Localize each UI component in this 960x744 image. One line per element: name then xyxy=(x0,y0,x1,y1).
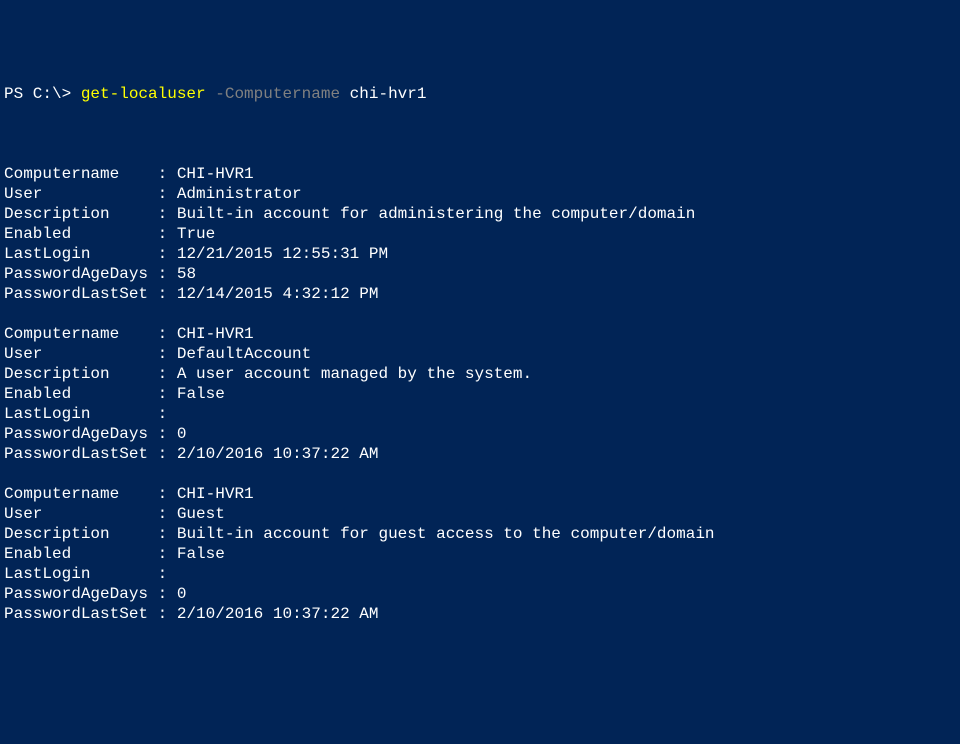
output-key: Computername xyxy=(4,324,119,344)
output-row-description: Description : A user account managed by … xyxy=(4,364,960,384)
output-separator: : xyxy=(71,225,177,243)
output-value: Administrator xyxy=(177,185,302,203)
output-value: False xyxy=(177,385,225,403)
output-value: 0 xyxy=(177,425,187,443)
prompt-param-flag: -Computername xyxy=(206,85,340,103)
output-row-user: User : Administrator xyxy=(4,184,960,204)
output-row-passwordagedays: PasswordAgeDays : 0 xyxy=(4,584,960,604)
output-value: A user account managed by the system. xyxy=(177,365,532,383)
output-separator: : xyxy=(90,245,176,263)
output-row-computername: Computername : CHI-HVR1 xyxy=(4,164,960,184)
output-row-lastlogin: LastLogin : xyxy=(4,564,960,584)
output-key: User xyxy=(4,184,42,204)
output-separator: : xyxy=(148,605,177,623)
output-row-user: User : DefaultAccount xyxy=(4,344,960,364)
output-row-passwordlastset: PasswordLastSet : 12/14/2015 4:32:12 PM xyxy=(4,284,960,304)
output-separator: : xyxy=(110,205,177,223)
output-record: Computername : CHI-HVR1User : DefaultAcc… xyxy=(4,324,960,464)
output-value: 12/21/2015 12:55:31 PM xyxy=(177,245,388,263)
output-row-passwordlastset: PasswordLastSet : 2/10/2016 10:37:22 AM xyxy=(4,444,960,464)
output-separator: : xyxy=(110,365,177,383)
output-separator: : xyxy=(148,445,177,463)
output-record: Computername : CHI-HVR1User : Administra… xyxy=(4,164,960,304)
output-row-computername: Computername : CHI-HVR1 xyxy=(4,484,960,504)
output-value: 2/10/2016 10:37:22 AM xyxy=(177,605,379,623)
output-separator: : xyxy=(42,505,176,523)
output-key: LastLogin xyxy=(4,244,90,264)
output-value: CHI-HVR1 xyxy=(177,325,254,343)
output-value: 58 xyxy=(177,265,196,283)
output-separator: : xyxy=(119,325,177,343)
output-key: Description xyxy=(4,204,110,224)
output-separator: : xyxy=(71,545,177,563)
output-separator: : xyxy=(148,425,177,443)
output-row-enabled: Enabled : False xyxy=(4,544,960,564)
output-separator: : xyxy=(110,525,177,543)
output-value: Built-in account for guest access to the… xyxy=(177,525,715,543)
output-row-passwordagedays: PasswordAgeDays : 58 xyxy=(4,264,960,284)
output-key: PasswordAgeDays xyxy=(4,584,148,604)
prompt-arg: chi-hvr1 xyxy=(340,85,426,103)
output-separator: : xyxy=(90,405,176,423)
output-separator: : xyxy=(42,345,176,363)
output-row-lastlogin: LastLogin : 12/21/2015 12:55:31 PM xyxy=(4,244,960,264)
output-row-passwordlastset: PasswordLastSet : 2/10/2016 10:37:22 AM xyxy=(4,604,960,624)
output-key: Description xyxy=(4,364,110,384)
output-value: 2/10/2016 10:37:22 AM xyxy=(177,445,379,463)
output-row-user: User : Guest xyxy=(4,504,960,524)
output-key: User xyxy=(4,344,42,364)
output-row-enabled: Enabled : True xyxy=(4,224,960,244)
output-row-lastlogin: LastLogin : xyxy=(4,404,960,424)
output-row-passwordagedays: PasswordAgeDays : 0 xyxy=(4,424,960,444)
output-separator: : xyxy=(148,285,177,303)
output-value: 12/14/2015 4:32:12 PM xyxy=(177,285,379,303)
output-value: CHI-HVR1 xyxy=(177,165,254,183)
output-key: Enabled xyxy=(4,384,71,404)
output-separator: : xyxy=(42,185,176,203)
output-key: Enabled xyxy=(4,544,71,564)
output-row-description: Description : Built-in account for guest… xyxy=(4,524,960,544)
output-key: Description xyxy=(4,524,110,544)
output-value: Built-in account for administering the c… xyxy=(177,205,695,223)
output-key: Computername xyxy=(4,164,119,184)
output-value: Guest xyxy=(177,505,225,523)
output-separator: : xyxy=(71,385,177,403)
output-separator: : xyxy=(119,485,177,503)
output-separator: : xyxy=(119,165,177,183)
output-key: PasswordLastSet xyxy=(4,604,148,624)
output-key: PasswordLastSet xyxy=(4,444,148,464)
output-row-computername: Computername : CHI-HVR1 xyxy=(4,324,960,344)
output-separator: : xyxy=(148,585,177,603)
prompt-prefix: PS C:\> xyxy=(4,85,81,103)
output-row-description: Description : Built-in account for admin… xyxy=(4,204,960,224)
output-key: LastLogin xyxy=(4,564,90,584)
output-value: True xyxy=(177,225,215,243)
output-value: False xyxy=(177,545,225,563)
output-value: 0 xyxy=(177,585,187,603)
output-separator: : xyxy=(148,265,177,283)
output-value: CHI-HVR1 xyxy=(177,485,254,503)
output-row-enabled: Enabled : False xyxy=(4,384,960,404)
output-key: PasswordLastSet xyxy=(4,284,148,304)
output-key: User xyxy=(4,504,42,524)
prompt-command: get-localuser xyxy=(81,85,206,103)
output-key: LastLogin xyxy=(4,404,90,424)
output-key: PasswordAgeDays xyxy=(4,424,148,444)
output-key: PasswordAgeDays xyxy=(4,264,148,284)
output-area: Computername : CHI-HVR1User : Administra… xyxy=(4,164,960,624)
output-key: Computername xyxy=(4,484,119,504)
prompt-line[interactable]: PS C:\> get-localuser -Computername chi-… xyxy=(4,84,960,104)
output-key: Enabled xyxy=(4,224,71,244)
output-separator: : xyxy=(90,565,176,583)
output-record: Computername : CHI-HVR1User : GuestDescr… xyxy=(4,484,960,624)
output-value: DefaultAccount xyxy=(177,345,311,363)
